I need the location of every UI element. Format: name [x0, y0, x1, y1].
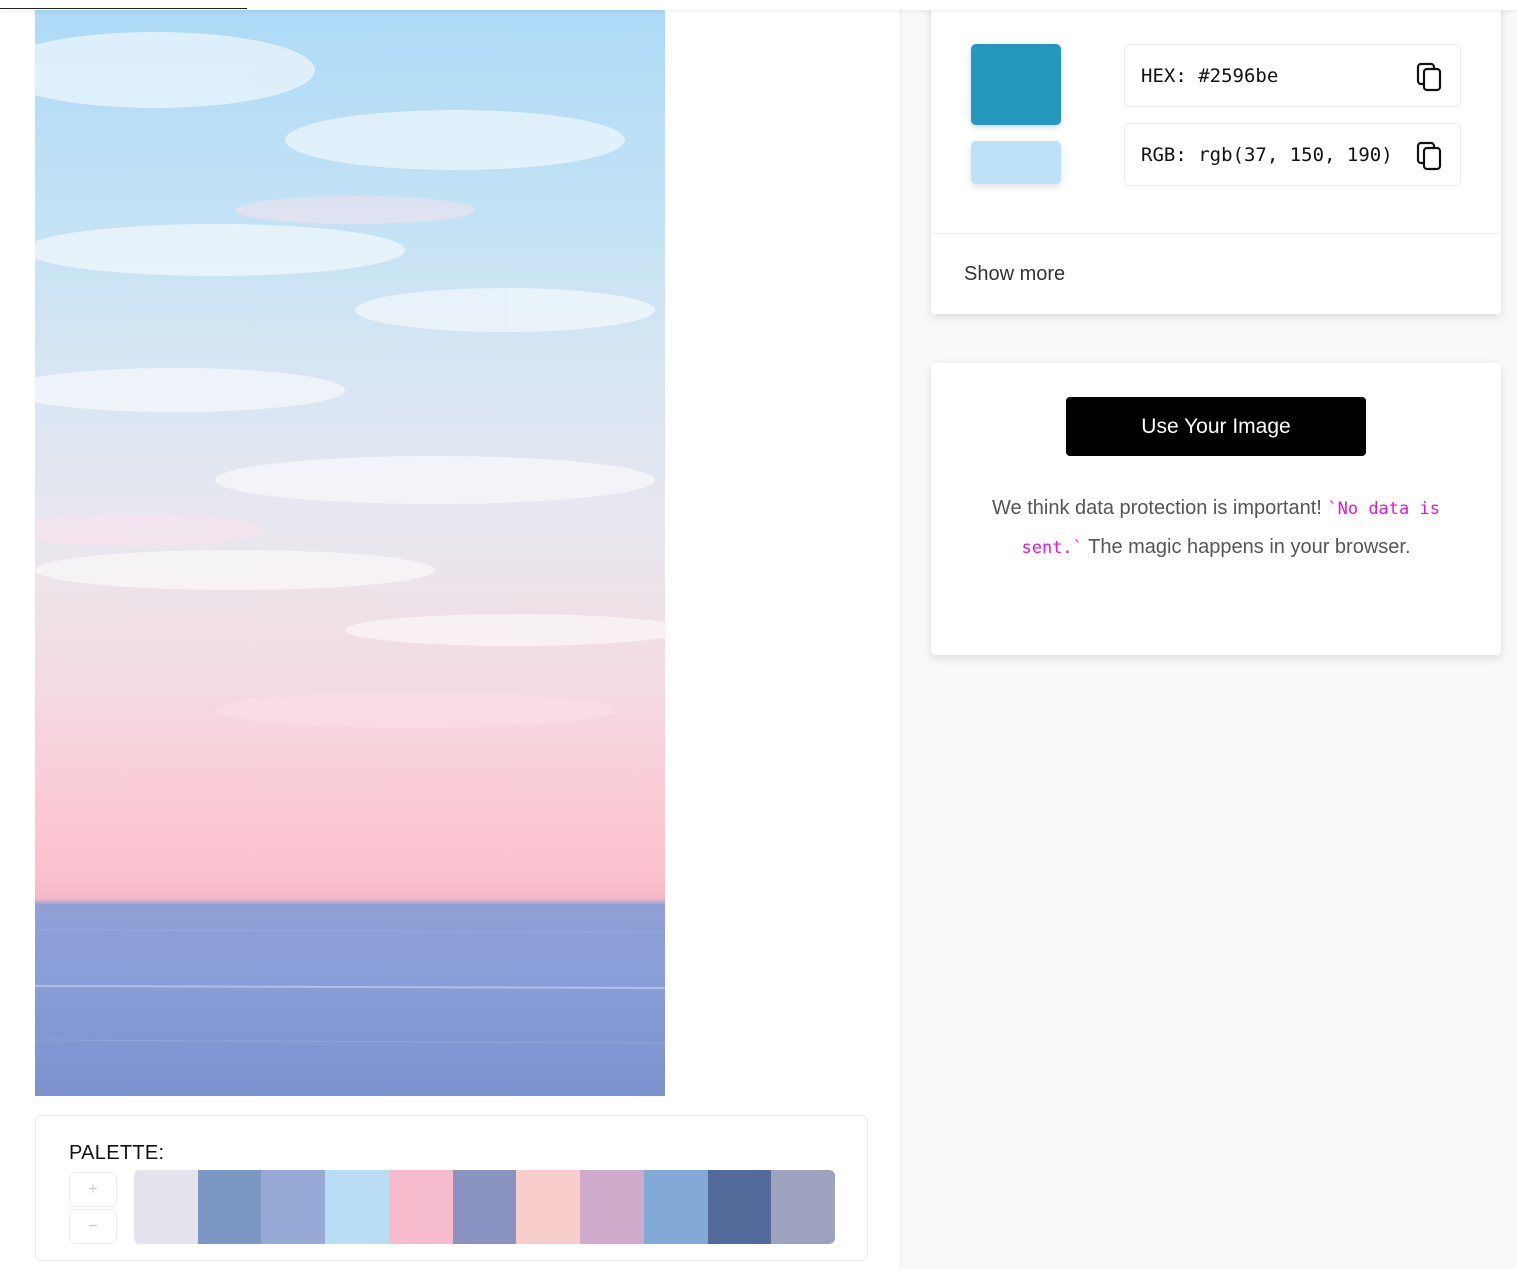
palette-card: PALETTE: + − — [35, 1115, 868, 1261]
hex-value: HEX: #2596be — [1141, 65, 1279, 87]
rgb-value: RGB: rgb(37, 150, 190) — [1141, 144, 1393, 166]
palette-title: PALETTE: — [69, 1142, 165, 1164]
selected-color-swatch[interactable] — [971, 44, 1061, 125]
palette-swatch-7[interactable] — [516, 1170, 581, 1244]
palette-swatch-8[interactable] — [580, 1170, 644, 1244]
source-photo[interactable] — [35, 10, 665, 1096]
image-pane: PALETTE: + − — [0, 10, 901, 1269]
remove-color-button[interactable]: − — [69, 1209, 117, 1244]
privacy-note-tail: The magic happens in your browser. — [1082, 536, 1411, 558]
photo-texture — [35, 32, 665, 1044]
palette-swatches — [134, 1170, 835, 1244]
hex-code-box: HEX: #2596be — [1124, 44, 1461, 107]
privacy-note-text: We think data protection is important! — [992, 497, 1328, 519]
palette-swatch-9[interactable] — [643, 1170, 708, 1244]
selected-color-card: HEX: #2596be RGB: rgb(37, 150, 190) Show… — [931, 0, 1501, 314]
upload-card: Use Your Image We think data protection … — [931, 363, 1501, 655]
rgb-code-box: RGB: rgb(37, 150, 190) — [1124, 123, 1461, 186]
add-color-button[interactable]: + — [69, 1172, 117, 1207]
copy-hex-icon[interactable] — [1416, 62, 1444, 92]
palette-swatch-5[interactable] — [388, 1170, 453, 1244]
copy-rgb-icon[interactable] — [1416, 141, 1444, 171]
show-more-link[interactable]: Show more — [964, 263, 1065, 286]
palette-swatch-3[interactable] — [261, 1170, 326, 1244]
palette-swatch-4[interactable] — [325, 1170, 389, 1244]
card-divider — [931, 233, 1501, 234]
palette-swatch-10[interactable] — [707, 1170, 772, 1244]
palette-swatch-11[interactable] — [771, 1170, 835, 1244]
use-your-image-button[interactable]: Use Your Image — [1066, 397, 1366, 456]
palette-swatch-2[interactable] — [197, 1170, 262, 1244]
privacy-note: We think data protection is important! `… — [991, 489, 1441, 567]
palette-swatch-6[interactable] — [452, 1170, 517, 1244]
secondary-color-swatch[interactable] — [971, 141, 1061, 184]
palette-swatch-1[interactable] — [134, 1170, 198, 1244]
top-progress-line — [0, 8, 247, 9]
